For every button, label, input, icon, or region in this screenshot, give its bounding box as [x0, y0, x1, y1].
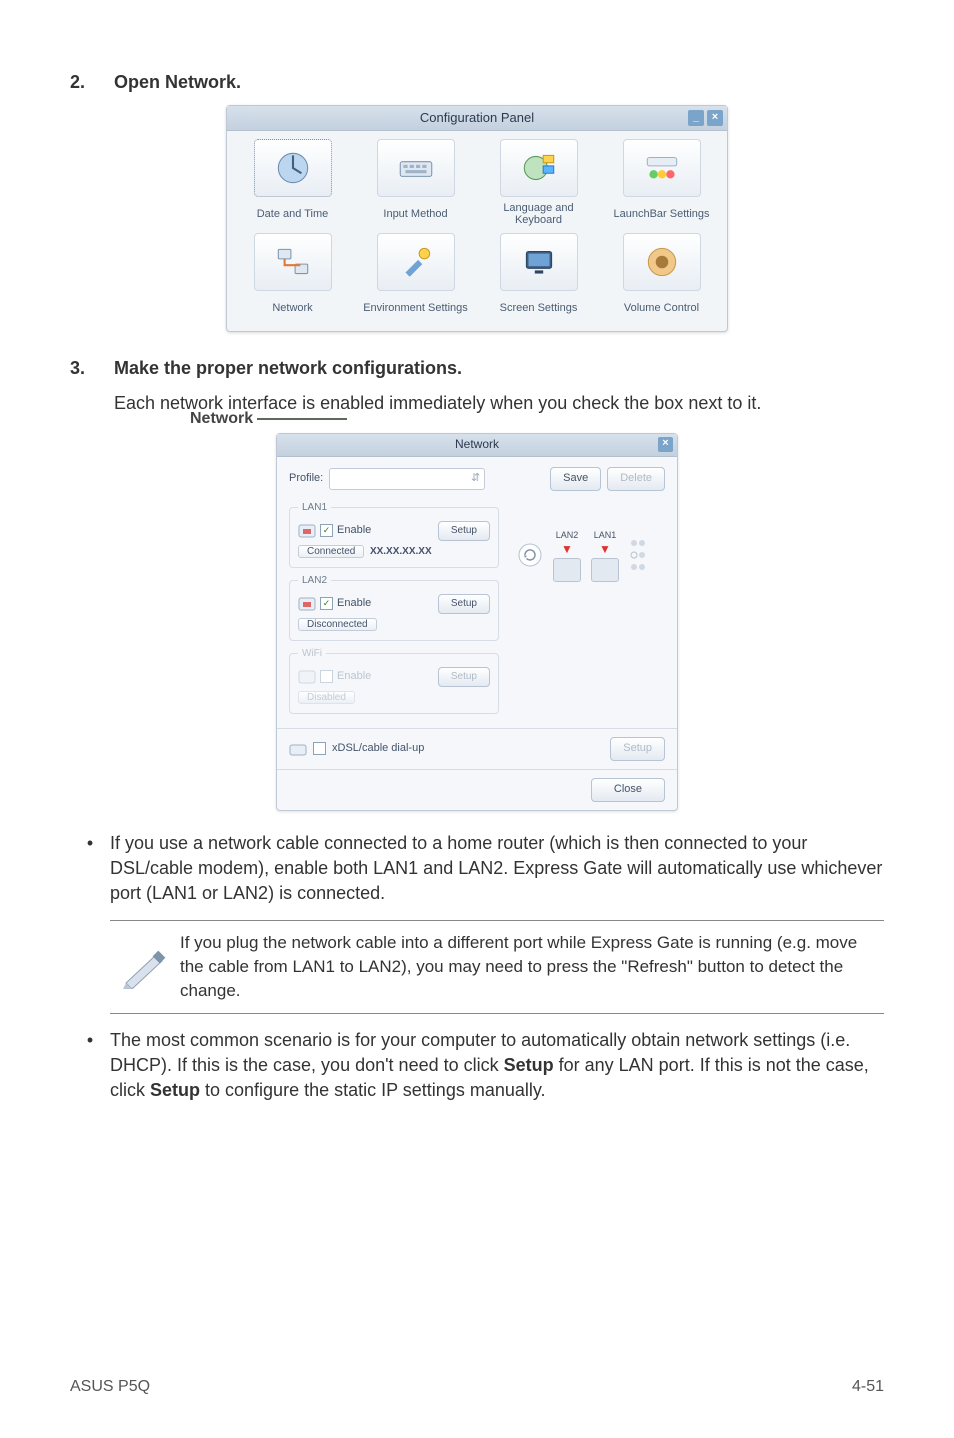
- lan1-enable-label: Enable: [337, 523, 371, 538]
- b2-post: to configure the static IP settings manu…: [200, 1080, 546, 1100]
- network-icon: [272, 241, 314, 283]
- wifi-fieldset: WiFi Enable Setup Disabled: [289, 647, 499, 714]
- wifi-enable-label: Enable: [337, 669, 371, 684]
- step-2-number: 2.: [70, 70, 114, 95]
- lan-port-icon: [298, 597, 316, 611]
- lan1-ip: XX.XX.XX.XX: [370, 546, 432, 557]
- step-2-title: Open Network.: [114, 70, 241, 95]
- step-3-title: Make the proper network configurations.: [114, 356, 462, 381]
- xdsl-setup-button: Setup: [610, 737, 665, 761]
- config-panel-titlebar: Configuration Panel _ ×: [227, 106, 727, 131]
- pencil-note-icon: [120, 945, 170, 989]
- lan2-legend: LAN2: [298, 574, 331, 588]
- wifi-enable-checkbox: [320, 670, 333, 683]
- xdsl-label: xDSL/cable dial-up: [332, 741, 424, 756]
- clock-globe-icon: [272, 147, 314, 189]
- b2-setup-2: Setup: [150, 1080, 200, 1100]
- profile-label: Profile:: [289, 471, 323, 486]
- xdsl-checkbox[interactable]: [313, 742, 326, 755]
- config-item-label: Screen Settings: [500, 295, 578, 321]
- close-icon[interactable]: ×: [658, 437, 673, 452]
- wifi-status: Disabled: [298, 691, 355, 704]
- config-item-network[interactable]: Network: [233, 233, 352, 321]
- network-callout-label: Network: [190, 408, 253, 430]
- config-item-label: LaunchBar Settings: [613, 201, 709, 227]
- wifi-icon: [298, 670, 316, 684]
- config-item-language-keyboard[interactable]: Language and Keyboard: [479, 139, 598, 227]
- lan2-enable-checkbox[interactable]: ✓: [320, 597, 333, 610]
- config-item-label: Network: [272, 295, 312, 321]
- lan2-setup-button[interactable]: Setup: [438, 594, 490, 614]
- save-button[interactable]: Save: [550, 467, 601, 491]
- config-item-environment[interactable]: Environment Settings: [356, 233, 475, 321]
- config-item-label: Input Method: [383, 201, 447, 227]
- port-diagram: LAN2 ▼ LAN1 ▼: [517, 529, 647, 582]
- diagram-lan1-label: LAN1: [594, 529, 617, 542]
- step-3-number: 3.: [70, 356, 114, 381]
- chevron-updown-icon: ⇵: [471, 471, 480, 486]
- b2-setup-1: Setup: [504, 1055, 554, 1075]
- arrow-down-icon: ▼: [561, 541, 573, 558]
- tools-icon: [395, 241, 437, 283]
- port-leds-icon: [629, 535, 647, 575]
- callout-line-icon: [257, 418, 347, 420]
- network-callout: Network: [190, 408, 347, 430]
- lan1-setup-button[interactable]: Setup: [438, 521, 490, 541]
- globe-flags-icon: [518, 147, 560, 189]
- bullet-icon: •: [70, 1028, 110, 1104]
- lan1-status: Connected: [298, 545, 364, 558]
- bullet-icon: •: [70, 831, 110, 907]
- modem-icon: [289, 741, 307, 757]
- config-item-launchbar[interactable]: LaunchBar Settings: [602, 139, 721, 227]
- wifi-legend: WiFi: [298, 647, 326, 661]
- footer-left: ASUS P5Q: [70, 1376, 150, 1398]
- lan1-port-icon: [591, 558, 619, 582]
- lan1-enable-checkbox[interactable]: ✓: [320, 524, 333, 537]
- minimize-icon[interactable]: _: [688, 110, 704, 126]
- diagram-lan2-label: LAN2: [556, 529, 579, 542]
- delete-button[interactable]: Delete: [607, 467, 665, 491]
- wifi-setup-button: Setup: [438, 667, 490, 687]
- config-item-date-and-time[interactable]: Date and Time: [233, 139, 352, 227]
- config-item-volume[interactable]: Volume Control: [602, 233, 721, 321]
- speaker-icon: [641, 241, 683, 283]
- configuration-panel-window: Configuration Panel _ × Date and Time In…: [226, 105, 728, 332]
- monitor-icon: [518, 241, 560, 283]
- lan2-enable-label: Enable: [337, 596, 371, 611]
- close-icon[interactable]: ×: [707, 110, 723, 126]
- config-item-label: Date and Time: [257, 201, 329, 227]
- config-item-screen[interactable]: Screen Settings: [479, 233, 598, 321]
- lan2-status: Disconnected: [298, 618, 377, 631]
- config-item-label: Language and Keyboard: [479, 201, 598, 227]
- network-dialog-titlebar: Network ×: [277, 434, 677, 457]
- bullet-2-text: The most common scenario is for your com…: [110, 1028, 884, 1104]
- launchbar-icon: [641, 147, 683, 189]
- arrow-down-icon: ▼: [599, 541, 611, 558]
- lan2-port-icon: [553, 558, 581, 582]
- keyboard-icon: [395, 147, 437, 189]
- config-item-input-method[interactable]: Input Method: [356, 139, 475, 227]
- note-text: If you plug the network cable into a dif…: [180, 931, 884, 1002]
- lan1-legend: LAN1: [298, 501, 331, 515]
- refresh-icon[interactable]: [517, 542, 543, 568]
- note-box: If you plug the network cable into a dif…: [110, 920, 884, 1013]
- lan1-fieldset: LAN1 ✓ Enable Setup Connected XX.XX.X: [289, 501, 499, 568]
- lan-port-icon: [298, 524, 316, 538]
- network-dialog-title: Network: [455, 436, 499, 453]
- close-button[interactable]: Close: [591, 778, 665, 802]
- lan2-fieldset: LAN2 ✓ Enable Setup Disconnected: [289, 574, 499, 641]
- footer-right: 4-51: [852, 1376, 884, 1398]
- config-item-label: Volume Control: [624, 295, 699, 321]
- profile-dropdown[interactable]: ⇵: [329, 468, 485, 490]
- bullet-1-text: If you use a network cable connected to …: [110, 831, 884, 907]
- config-item-label: Environment Settings: [363, 295, 468, 321]
- config-panel-title: Configuration Panel: [420, 109, 534, 127]
- network-dialog: Network × Profile: ⇵ Save Delete LAN1: [276, 433, 678, 811]
